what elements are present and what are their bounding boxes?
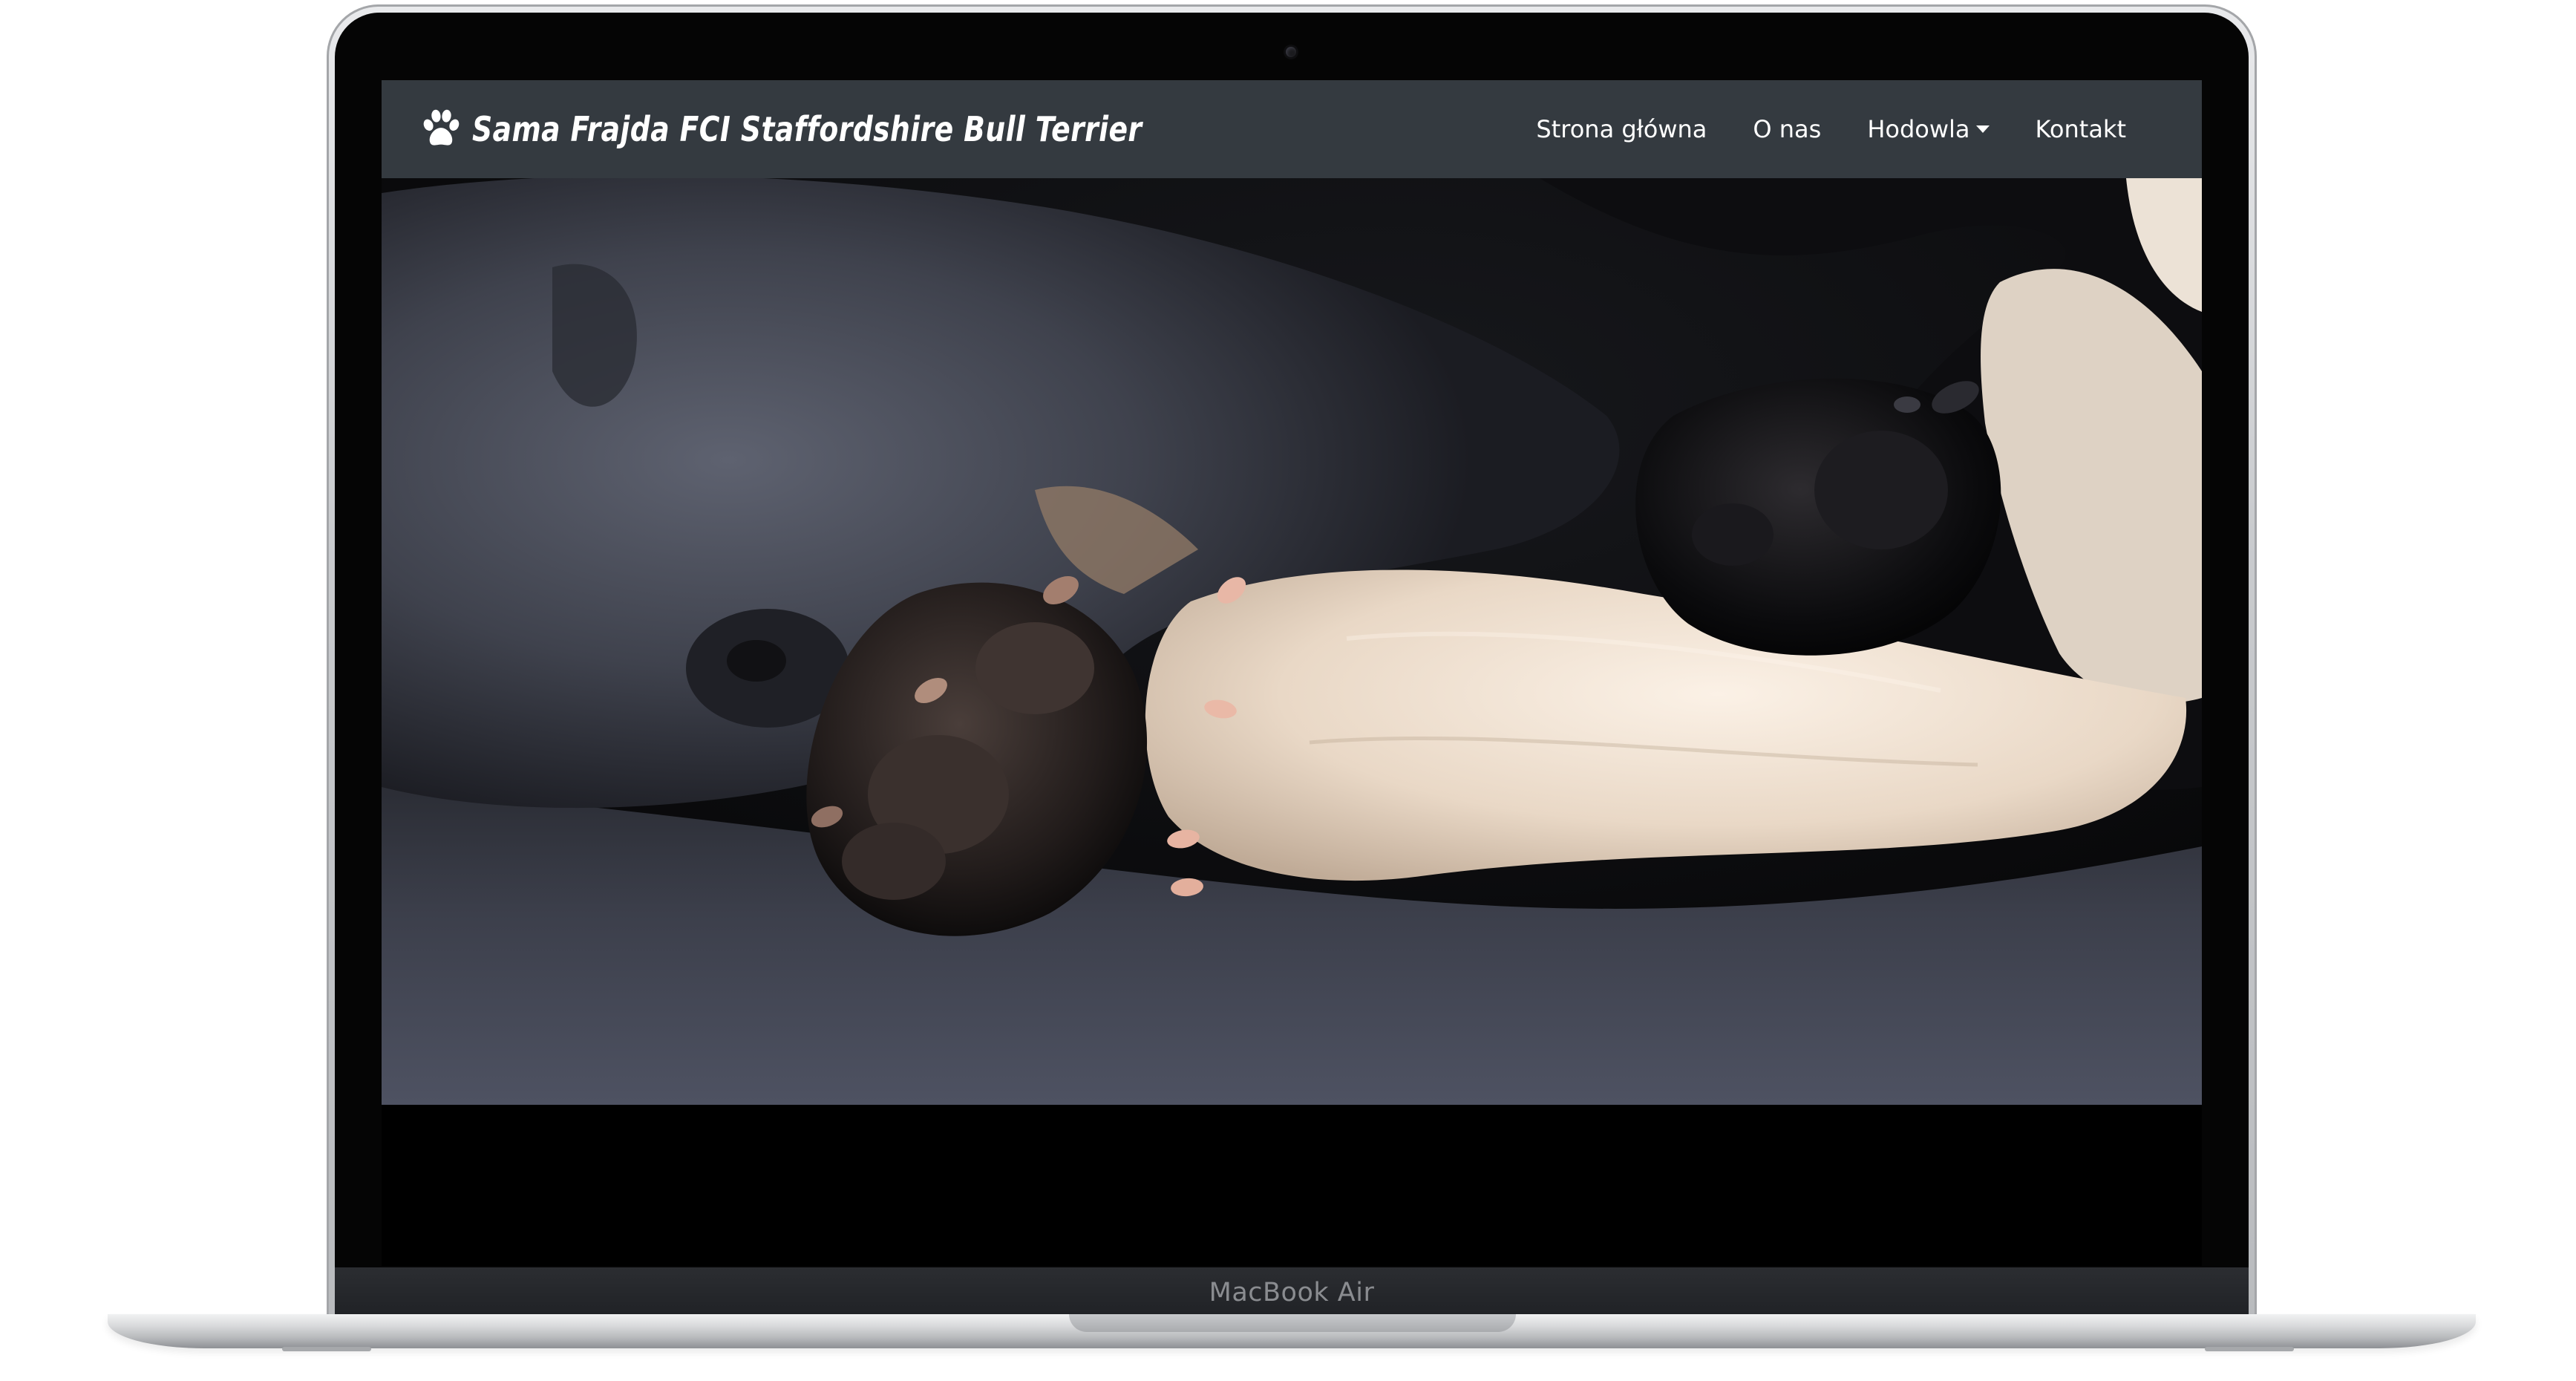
laptop-screen: Sama Frajda FCI Staffordshire Bull Terri… (382, 80, 2202, 1266)
nav-item-label: Hodowla (1867, 115, 1970, 143)
brand-title: Sama Frajda FCI Staffordshire Bull Terri… (472, 109, 1142, 149)
nav-item-home[interactable]: Strona główna (1536, 115, 1707, 143)
site-navbar: Sama Frajda FCI Staffordshire Bull Terri… (382, 80, 2202, 178)
nav-item-kennel-dropdown[interactable]: Hodowla (1867, 115, 1990, 143)
nav-item-about[interactable]: O nas (1753, 115, 1821, 143)
nav-item-label: O nas (1753, 115, 1822, 143)
brand-link[interactable]: Sama Frajda FCI Staffordshire Bull Terri… (419, 80, 1289, 178)
nav-item-label: Strona główna (1536, 115, 1707, 143)
webcam (1286, 47, 1296, 57)
nav-item-contact[interactable]: Kontakt (2036, 115, 2126, 143)
device-label: MacBook Air (1209, 1278, 1375, 1307)
sleeping-puppies-paws-photo (382, 178, 2202, 1105)
laptop-foot-left (282, 1347, 371, 1351)
laptop-base-notch (1069, 1314, 1516, 1332)
laptop-foot-right (2205, 1347, 2294, 1351)
caret-down-icon (1975, 125, 1990, 133)
nav-item-label: Kontakt (2035, 115, 2126, 143)
laptop-chin: MacBook Air (335, 1267, 2249, 1318)
hero-image (382, 178, 2202, 1105)
nav-menu: Strona główna O nas Hodowla Kontakt (1490, 80, 2126, 178)
paw-icon (423, 109, 460, 146)
